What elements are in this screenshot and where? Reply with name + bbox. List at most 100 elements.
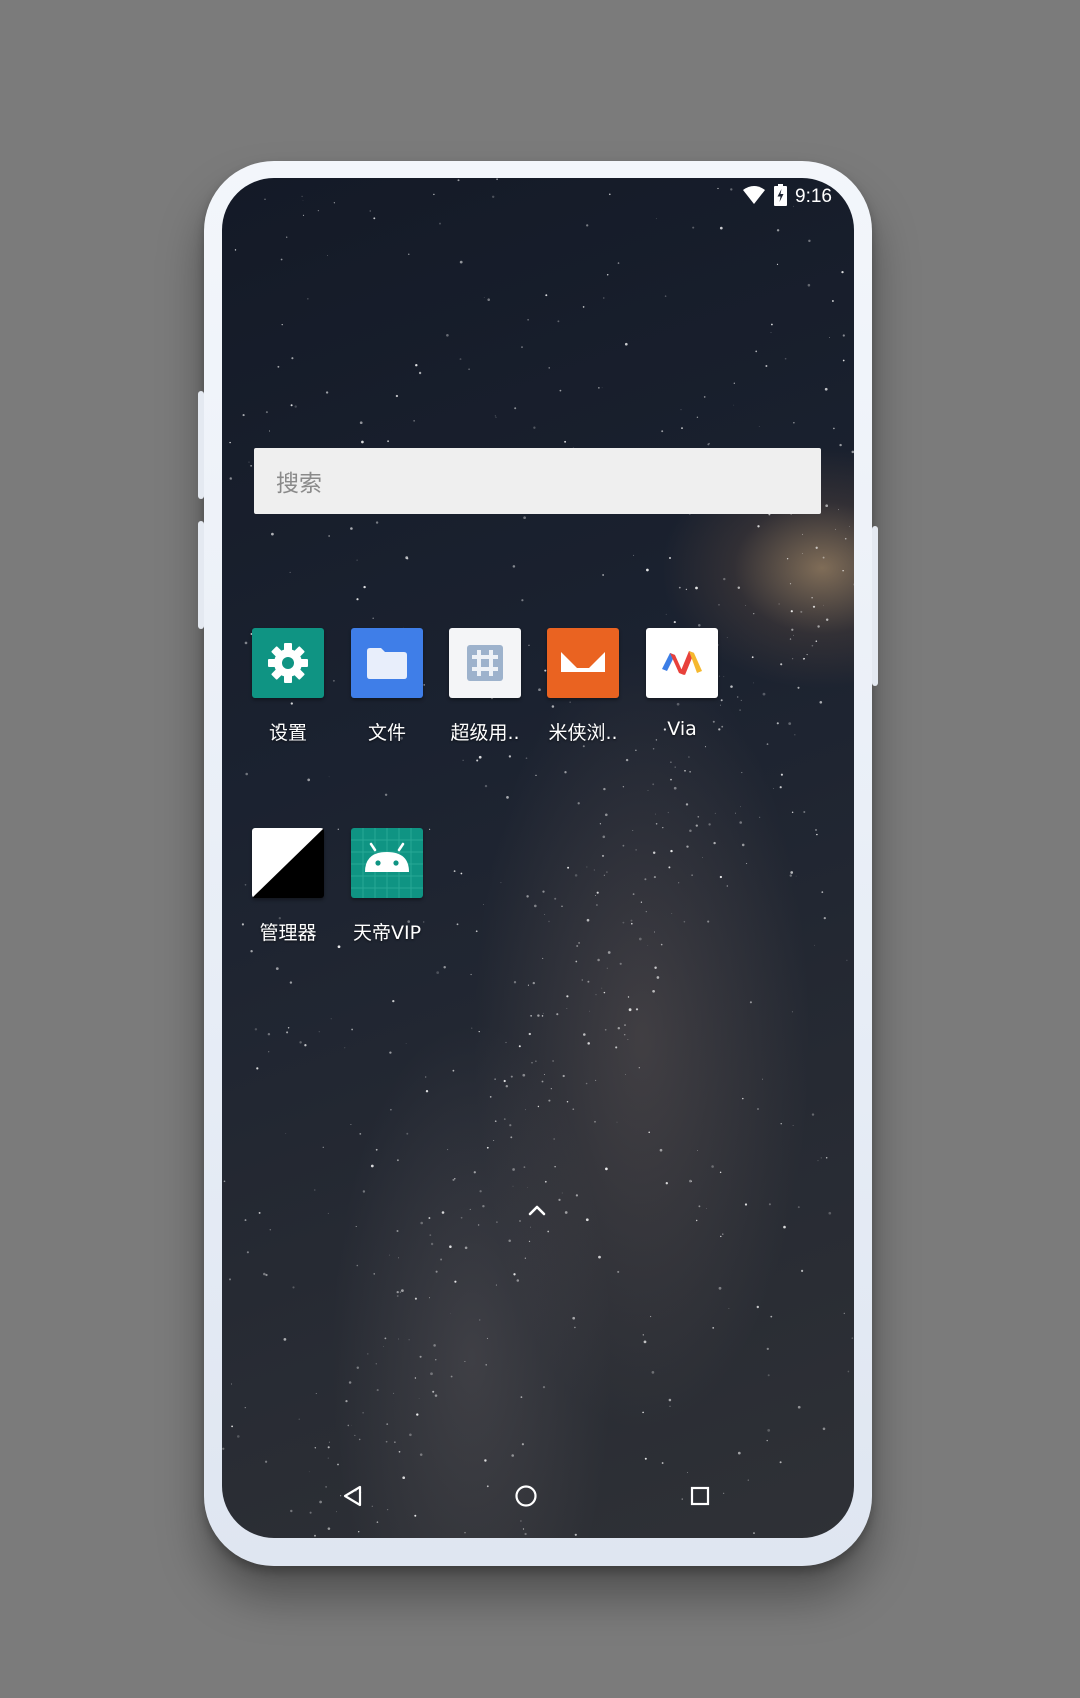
star: [656, 976, 660, 979]
star: [428, 1217, 431, 1219]
star: [440, 1258, 443, 1261]
home-circle-icon[interactable]: [506, 1476, 546, 1516]
star: [828, 1211, 832, 1215]
app-superuser[interactable]: 超级用..: [435, 628, 535, 745]
app-settings[interactable]: 设置: [238, 628, 338, 745]
star: [647, 945, 649, 946]
star: [522, 1073, 526, 1077]
star: [269, 1228, 272, 1231]
star: [728, 1308, 730, 1310]
star: [702, 857, 704, 859]
back-triangle-icon[interactable]: [333, 1476, 373, 1516]
star: [462, 759, 464, 761]
app-mixia-browser[interactable]: 米侠浏..: [533, 628, 633, 745]
star: [654, 931, 655, 933]
star: [325, 391, 329, 394]
star: [265, 411, 268, 414]
star: [689, 829, 692, 833]
star: [790, 610, 793, 613]
app-manager[interactable]: 管理器: [238, 828, 338, 945]
star: [825, 618, 829, 621]
star: [513, 1273, 516, 1276]
star: [846, 959, 848, 961]
star: [543, 1074, 545, 1076]
star: [337, 945, 341, 949]
star: [230, 1383, 233, 1385]
star: [386, 1423, 389, 1425]
star: [385, 1440, 388, 1443]
star: [548, 920, 550, 923]
star: [432, 1390, 435, 1393]
star: [345, 1400, 348, 1403]
star: [739, 709, 741, 711]
star: [482, 1204, 485, 1208]
star: [302, 200, 304, 201]
star: [396, 1229, 399, 1233]
star: [602, 574, 604, 576]
star: [363, 585, 366, 589]
star: [746, 862, 748, 865]
star: [797, 686, 800, 689]
star: [524, 1109, 526, 1111]
star: [821, 891, 824, 893]
star: [430, 1242, 434, 1246]
star: [670, 778, 672, 781]
recents-square-icon[interactable]: [680, 1476, 720, 1516]
star: [688, 756, 690, 758]
star: [304, 1044, 307, 1047]
star: [544, 1180, 547, 1183]
star: [436, 971, 440, 974]
chevron-up-icon[interactable]: [517, 1198, 557, 1222]
star: [824, 387, 828, 391]
star: [369, 210, 371, 212]
star: [653, 876, 656, 879]
star: [254, 1028, 258, 1031]
app-via[interactable]: Via: [632, 628, 732, 740]
star: [271, 532, 274, 536]
star: [405, 1042, 407, 1044]
star: [789, 638, 792, 640]
app-files[interactable]: 文件: [337, 628, 437, 745]
search-bar[interactable]: 搜索: [254, 448, 821, 514]
star: [228, 1278, 232, 1281]
star: [356, 1264, 359, 1267]
star: [678, 882, 680, 884]
star: [686, 845, 689, 848]
star: [811, 597, 813, 599]
battery-charging-icon: [774, 184, 788, 210]
diagonal-split-icon: [252, 828, 324, 898]
star: [603, 874, 605, 876]
app-label: 超级用..: [450, 722, 520, 744]
star: [823, 604, 824, 606]
star: [841, 270, 844, 274]
star: [587, 1042, 590, 1045]
star: [792, 634, 795, 636]
star: [749, 1001, 752, 1004]
star: [678, 586, 681, 589]
star: [354, 1434, 356, 1436]
star: [771, 323, 773, 326]
star: [429, 1234, 432, 1236]
star: [779, 786, 782, 789]
star: [558, 1198, 561, 1202]
star: [509, 1124, 512, 1127]
star: [595, 1079, 597, 1081]
star: [486, 1337, 488, 1339]
star: [470, 973, 472, 976]
star: [586, 866, 588, 868]
star: [786, 558, 789, 560]
star: [625, 1074, 626, 1076]
app-tiandi-vip[interactable]: 天帝VIP: [337, 828, 437, 945]
star: [627, 1039, 629, 1040]
star: [430, 1372, 433, 1376]
star: [328, 535, 330, 537]
star: [604, 1028, 607, 1031]
star: [413, 420, 415, 422]
star: [790, 871, 794, 874]
star: [791, 1011, 793, 1013]
star: [651, 1371, 655, 1374]
volume-down-button: [198, 521, 204, 629]
star: [726, 885, 728, 887]
star: [554, 1166, 556, 1168]
star: [795, 875, 797, 877]
